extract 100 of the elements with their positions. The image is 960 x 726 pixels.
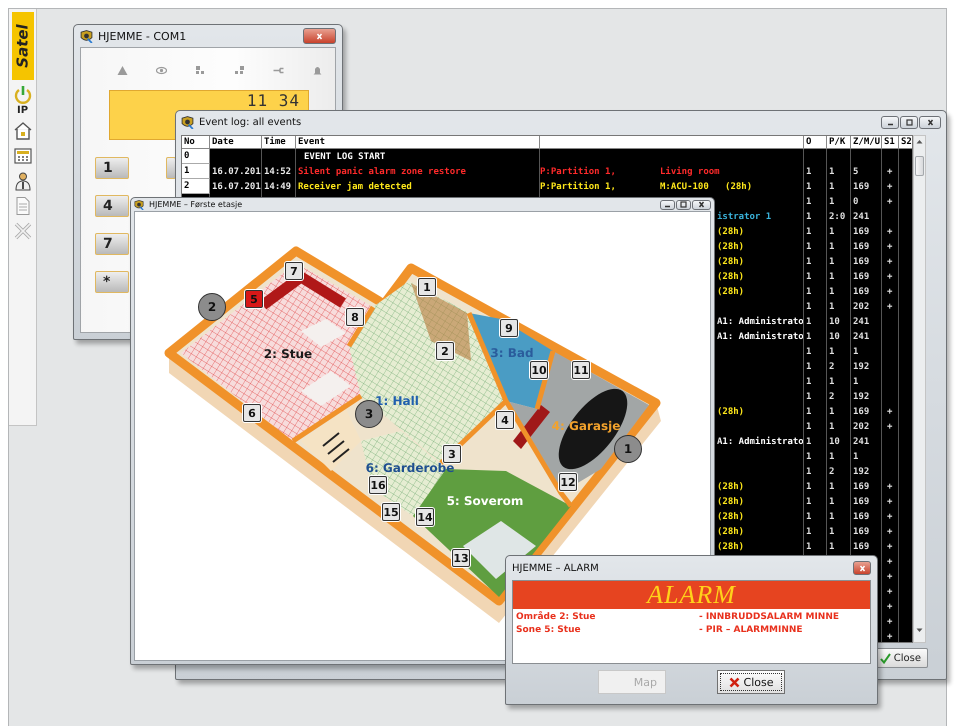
close-icon <box>858 564 866 572</box>
table-cell: (28h) <box>717 540 744 552</box>
close-button[interactable]: Close <box>876 648 928 668</box>
table-cell: + <box>887 256 892 268</box>
table-cell: 192 <box>853 466 870 478</box>
table-cell: + <box>887 270 892 282</box>
detector-marker[interactable]: 2 <box>436 342 454 360</box>
close-button[interactable] <box>692 200 711 210</box>
power-icon[interactable] <box>12 85 32 105</box>
table-cell: 2 <box>829 360 834 372</box>
column-header[interactable]: Time <box>262 136 296 149</box>
detector-marker[interactable]: 10 <box>530 361 548 379</box>
scroll-thumb[interactable] <box>915 156 924 176</box>
maximize-button[interactable] <box>676 200 691 210</box>
table-cell: 192 <box>853 360 870 372</box>
ip-label: IP <box>16 105 28 116</box>
table-cell: Silent panic alarm zone restore <box>298 166 466 178</box>
column-header[interactable]: P/K <box>827 136 851 149</box>
table-cell: 1 <box>829 420 834 432</box>
scrollbar[interactable] <box>913 135 926 643</box>
table-cell: 2 <box>829 466 834 478</box>
close-button[interactable] <box>919 116 941 128</box>
table-cell: 169 <box>853 240 870 252</box>
table-cell: 241 <box>853 330 870 342</box>
table-cell: (28h) <box>717 226 744 238</box>
detector-marker[interactable]: 14 <box>416 508 434 526</box>
app-icon <box>181 116 194 128</box>
column-header[interactable]: O <box>804 136 827 149</box>
keypad-icon[interactable] <box>12 146 32 166</box>
detector-marker[interactable]: 13 <box>452 549 470 567</box>
minimize-button[interactable] <box>660 200 675 210</box>
table-cell: (28h) <box>717 480 744 492</box>
grid-icon <box>234 65 245 76</box>
keypad-key[interactable]: 4 <box>95 195 129 217</box>
table-cell: (28h) <box>717 406 744 418</box>
detector-marker[interactable]: 15 <box>382 503 400 521</box>
display-time: 11 34 <box>246 93 300 109</box>
table-cell: 1 <box>829 300 834 312</box>
table-cell: 1 <box>853 376 858 388</box>
table-cell: 1 <box>806 286 812 298</box>
bell-icon <box>312 65 323 76</box>
detector-marker[interactable]: 3 <box>443 445 461 463</box>
app-icon <box>134 200 144 210</box>
table-cell: + <box>887 616 892 628</box>
detector-marker[interactable]: 5 <box>245 290 263 308</box>
keypad-key[interactable] <box>166 157 176 179</box>
table-cell: 1 <box>829 226 834 238</box>
table-cell: A1: Administrato <box>717 316 803 328</box>
close-icon <box>697 201 706 208</box>
table-cell: 1 <box>806 466 812 478</box>
keypad-key[interactable]: * <box>95 271 129 293</box>
table-cell: 241 <box>853 436 870 448</box>
table-cell: 10 <box>829 330 840 342</box>
table-cell: 169 <box>853 286 870 298</box>
user-icon[interactable] <box>12 171 32 191</box>
table-cell: A1: Administrato <box>717 330 803 342</box>
maximize-button[interactable] <box>900 116 918 128</box>
table-cell: + <box>887 286 892 298</box>
detector-marker[interactable]: 11 <box>572 361 590 379</box>
close-button[interactable]: Close <box>717 670 785 694</box>
detector-marker[interactable]: 6 <box>243 404 261 422</box>
keypad-key[interactable]: 7 <box>95 233 129 255</box>
detector-marker[interactable]: 4 <box>496 411 514 429</box>
table-cell: 1 <box>806 346 812 358</box>
table-cell: 16.07.201 <box>212 166 261 178</box>
table-cell: (28h) <box>717 240 744 252</box>
table-cell: Receiver jam detected <box>298 180 412 192</box>
house-icon[interactable] <box>12 121 32 141</box>
module-marker[interactable]: 2 <box>198 293 226 321</box>
table-cell: + <box>887 226 892 238</box>
column-header[interactable]: S1 <box>882 136 899 149</box>
table-cell: 241 <box>853 210 870 222</box>
table-cell: A1: Administrato <box>717 436 803 448</box>
table-cell: 1 <box>806 256 812 268</box>
detector-marker[interactable]: 12 <box>559 473 577 491</box>
table-cell: 1 <box>806 166 812 178</box>
table-cell: 1 <box>806 226 812 238</box>
minimize-button[interactable] <box>881 116 899 128</box>
table-cell: 2 <box>184 180 190 192</box>
close-icon <box>728 676 740 688</box>
table-cell: 1 <box>829 196 834 208</box>
column-header[interactable]: Event <box>296 136 540 149</box>
detector-marker[interactable]: 9 <box>500 319 518 337</box>
detector-marker[interactable]: 1 <box>418 278 436 296</box>
column-header[interactable]: Date <box>210 136 262 149</box>
keypad-key[interactable]: 1 <box>95 157 129 179</box>
table-cell: (28h) <box>717 286 744 298</box>
detector-marker[interactable]: 16 <box>369 476 387 494</box>
table-cell: 1 <box>806 180 812 192</box>
table-cell: + <box>887 570 892 582</box>
table-cell: 241 <box>853 316 870 328</box>
detector-marker[interactable]: 7 <box>285 262 303 280</box>
table-cell: 1 <box>829 406 834 418</box>
table-cell: + <box>887 540 892 552</box>
table-cell: 1 <box>806 270 812 282</box>
table-cell: 0 <box>853 196 858 208</box>
detector-marker[interactable]: 8 <box>346 308 364 326</box>
room-label: 5: Soverom <box>446 494 524 508</box>
window-title: HJEMME – Første etasje <box>149 200 242 209</box>
column-header[interactable]: Z/M/U <box>851 136 882 149</box>
